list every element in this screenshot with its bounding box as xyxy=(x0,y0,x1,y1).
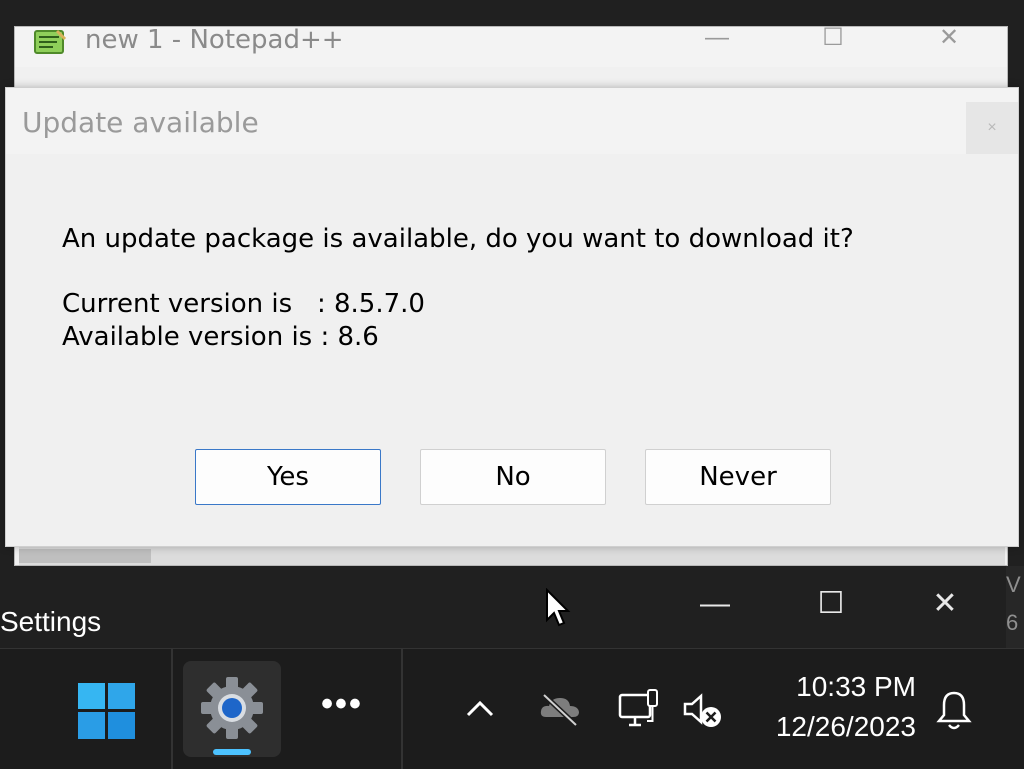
settings-minimize-button[interactable]: — xyxy=(695,586,735,626)
dialog-titlebar: Update available × xyxy=(6,88,1018,154)
update-question-text: An update package is available, do you w… xyxy=(62,224,854,254)
current-version-text: Current version is : 8.5.7.0 xyxy=(62,289,425,319)
notification-bell-icon[interactable] xyxy=(934,689,974,733)
settings-taskbar-button[interactable] xyxy=(183,661,281,757)
yes-button[interactable]: Yes xyxy=(195,449,381,505)
notepad-app-icon xyxy=(34,29,67,54)
notepad-minimize-button[interactable]: — xyxy=(689,26,745,57)
edge-char: V xyxy=(1006,572,1021,597)
edge-char: 6 xyxy=(1006,610,1019,635)
volume-muted-icon[interactable] xyxy=(681,687,725,731)
settings-window-title: Settings xyxy=(0,606,102,637)
dialog-close-button[interactable]: × xyxy=(966,102,1018,154)
dialog-title: Update available xyxy=(22,106,259,139)
taskbar: ••• 10:33 PM 12/26/2023 xyxy=(0,648,1024,769)
more-icon[interactable]: ••• xyxy=(316,687,368,729)
update-dialog: Update available × An update package is … xyxy=(5,87,1019,547)
clock-date[interactable]: 12/26/2023 xyxy=(756,711,916,743)
available-version-text: Available version is : 8.6 xyxy=(62,322,379,352)
settings-maximize-button[interactable]: ☐ xyxy=(811,586,851,626)
settings-gear-icon xyxy=(201,677,263,739)
settings-close-button[interactable]: ✕ xyxy=(925,586,965,626)
chevron-up-icon[interactable] xyxy=(458,687,502,731)
notepad-title: new 1 - Notepad++ xyxy=(85,25,344,55)
windows-start-icon[interactable] xyxy=(72,679,140,743)
active-app-indicator xyxy=(213,749,251,755)
onedrive-offline-icon[interactable] xyxy=(538,687,582,731)
mouse-cursor-icon xyxy=(546,588,571,627)
notepad-close-button[interactable]: ✕ xyxy=(921,26,977,57)
scrollbar-thumb[interactable] xyxy=(19,549,151,563)
clock-time[interactable]: 10:33 PM xyxy=(770,671,916,703)
taskbar-divider xyxy=(171,649,173,769)
settings-window-titlebar: Settings — ☐ ✕ xyxy=(0,566,1006,648)
taskbar-divider xyxy=(401,649,403,769)
notepad-maximize-button[interactable]: ☐ xyxy=(805,26,861,57)
horizontal-scrollbar[interactable] xyxy=(19,547,1005,565)
no-button[interactable]: No xyxy=(420,449,606,505)
dialog-body: An update package is available, do you w… xyxy=(6,154,1018,546)
notepad-titlebar: new 1 - Notepad++ — ☐ ✕ xyxy=(15,25,1007,67)
never-button[interactable]: Never xyxy=(645,449,831,505)
background-window-edge: V 6 xyxy=(1006,566,1024,648)
network-icon[interactable] xyxy=(617,687,661,731)
